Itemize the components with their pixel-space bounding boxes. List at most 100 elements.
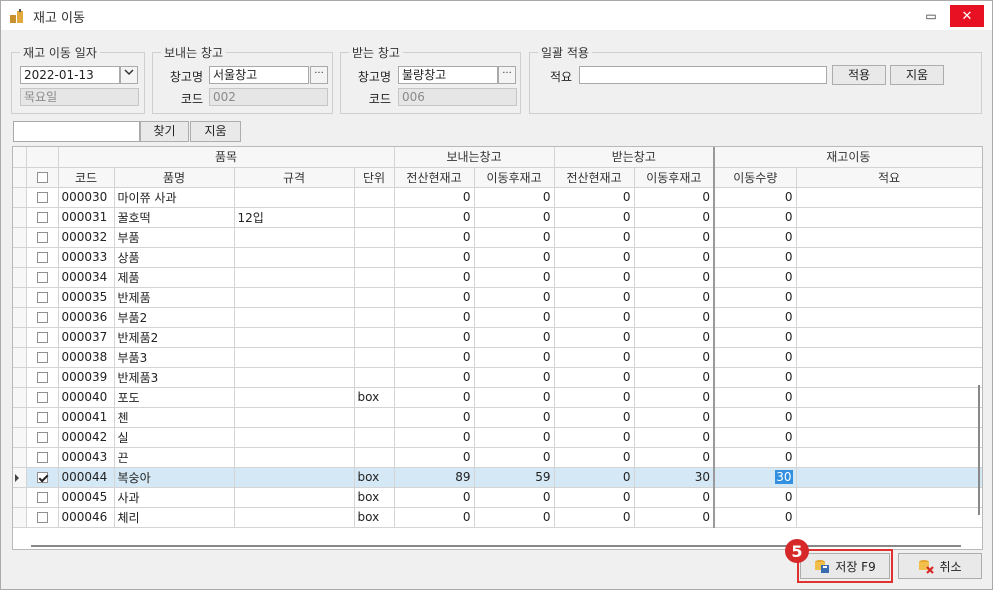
cell-name[interactable]: 사과	[114, 487, 235, 508]
cell-code[interactable]: 000046	[58, 507, 115, 528]
cell-recv-book[interactable]: 0	[554, 387, 635, 408]
row-checkbox-cell[interactable]	[26, 367, 59, 388]
cell-unit[interactable]	[354, 327, 395, 348]
cell-unit[interactable]	[354, 187, 395, 208]
cell-recv-book[interactable]: 0	[554, 327, 635, 348]
cell-name[interactable]: 제품	[114, 267, 235, 288]
column-header-name[interactable]: 품명	[114, 167, 235, 188]
cell-recv-after[interactable]: 0	[634, 287, 715, 308]
row-checkbox-cell[interactable]	[26, 287, 59, 308]
cell-code[interactable]: 000039	[58, 367, 115, 388]
cell-send-after[interactable]: 0	[474, 207, 555, 228]
cell-send-after[interactable]: 0	[474, 307, 555, 328]
table-row[interactable]: 000036 부품2 0 0 0 0 0	[13, 307, 982, 328]
table-row[interactable]: 000038 부품3 0 0 0 0 0	[13, 347, 982, 368]
cell-send-book[interactable]: 0	[394, 447, 475, 468]
row-indicator[interactable]	[13, 247, 27, 268]
cell-qty[interactable]: 0	[713, 267, 797, 288]
cell-recv-book[interactable]: 0	[554, 207, 635, 228]
cell-code[interactable]: 000036	[58, 307, 115, 328]
cell-memo[interactable]	[796, 407, 982, 428]
cell-recv-book[interactable]: 0	[554, 227, 635, 248]
cell-send-book[interactable]: 0	[394, 207, 475, 228]
cell-recv-book[interactable]: 0	[554, 267, 635, 288]
cell-spec[interactable]	[234, 467, 355, 488]
cell-send-book[interactable]: 0	[394, 307, 475, 328]
table-row[interactable]: 000046 체리 box 0 0 0 0 0	[13, 507, 982, 528]
row-checkbox[interactable]	[36, 432, 48, 443]
cell-unit[interactable]	[354, 427, 395, 448]
table-row[interactable]: 000033 상품 0 0 0 0 0	[13, 247, 982, 268]
cell-unit[interactable]: box	[354, 467, 395, 488]
cell-qty[interactable]: 0	[713, 307, 797, 328]
cell-name[interactable]: 복숭아	[114, 467, 235, 488]
cell-send-after[interactable]: 0	[474, 427, 555, 448]
row-checkbox-cell[interactable]	[26, 187, 59, 208]
cell-unit[interactable]	[354, 347, 395, 368]
cell-recv-after[interactable]: 0	[634, 187, 715, 208]
table-row[interactable]: 000037 반제품2 0 0 0 0 0	[13, 327, 982, 348]
cell-name[interactable]: 포도	[114, 387, 235, 408]
row-checkbox-cell[interactable]	[26, 487, 59, 508]
column-header-qty[interactable]: 이동수량	[713, 167, 797, 188]
cell-recv-after[interactable]: 0	[634, 227, 715, 248]
cell-qty[interactable]: 0	[713, 207, 797, 228]
row-indicator[interactable]	[13, 467, 27, 488]
row-indicator[interactable]	[13, 287, 27, 308]
cell-qty[interactable]: 0	[713, 187, 797, 208]
cell-spec[interactable]	[234, 407, 355, 428]
cell-code[interactable]: 000032	[58, 227, 115, 248]
cell-send-after[interactable]: 0	[474, 267, 555, 288]
cell-send-after[interactable]: 0	[474, 227, 555, 248]
item-search-input[interactable]	[13, 121, 140, 142]
cell-recv-book[interactable]: 0	[554, 367, 635, 388]
cell-send-after[interactable]: 0	[474, 347, 555, 368]
date-dropdown-button[interactable]	[120, 66, 138, 84]
row-checkbox[interactable]	[36, 272, 48, 283]
cell-send-book[interactable]: 0	[394, 247, 475, 268]
cell-code[interactable]: 000033	[58, 247, 115, 268]
cell-send-after[interactable]: 0	[474, 327, 555, 348]
cell-recv-book[interactable]: 0	[554, 247, 635, 268]
row-checkbox[interactable]	[36, 472, 48, 483]
cell-send-after[interactable]: 0	[474, 487, 555, 508]
cell-code[interactable]: 000030	[58, 187, 115, 208]
cell-unit[interactable]	[354, 227, 395, 248]
cell-memo[interactable]	[796, 507, 982, 528]
cell-memo[interactable]	[796, 427, 982, 448]
table-row[interactable]: 000045 사과 box 0 0 0 0 0	[13, 487, 982, 508]
cell-name[interactable]: 반제품	[114, 287, 235, 308]
cell-recv-book[interactable]: 0	[554, 427, 635, 448]
cell-code[interactable]: 000038	[58, 347, 115, 368]
row-checkbox[interactable]	[36, 512, 48, 523]
cell-qty[interactable]: 30	[713, 467, 797, 488]
row-indicator[interactable]	[13, 347, 27, 368]
cell-memo[interactable]	[796, 207, 982, 228]
column-header-unit[interactable]: 단위	[354, 167, 395, 188]
table-row[interactable]: 000040 포도 box 0 0 0 0 0	[13, 387, 982, 408]
row-indicator[interactable]	[13, 447, 27, 468]
cell-spec[interactable]	[234, 487, 355, 508]
cell-spec[interactable]	[234, 507, 355, 528]
cell-name[interactable]: 부품3	[114, 347, 235, 368]
cell-unit[interactable]	[354, 407, 395, 428]
select-all-checkbox[interactable]	[36, 172, 48, 183]
row-checkbox-cell[interactable]	[26, 327, 59, 348]
cell-name[interactable]: 부품2	[114, 307, 235, 328]
column-header-send-book[interactable]: 전산현재고	[394, 167, 475, 188]
cancel-button[interactable]: 취소	[898, 553, 982, 579]
cell-send-book[interactable]: 0	[394, 407, 475, 428]
row-indicator[interactable]	[13, 507, 27, 528]
column-header-send-after[interactable]: 이동후재고	[474, 167, 555, 188]
cell-unit[interactable]	[354, 307, 395, 328]
cell-qty[interactable]: 0	[713, 447, 797, 468]
cell-recv-after[interactable]: 0	[634, 307, 715, 328]
table-row[interactable]: 000032 부품 0 0 0 0 0	[13, 227, 982, 248]
cell-qty[interactable]: 0	[713, 487, 797, 508]
cell-code[interactable]: 000043	[58, 447, 115, 468]
cell-recv-after[interactable]: 0	[634, 207, 715, 228]
row-checkbox-cell[interactable]	[26, 407, 59, 428]
cell-qty[interactable]: 0	[713, 367, 797, 388]
cell-memo[interactable]	[796, 447, 982, 468]
cell-code[interactable]: 000034	[58, 267, 115, 288]
